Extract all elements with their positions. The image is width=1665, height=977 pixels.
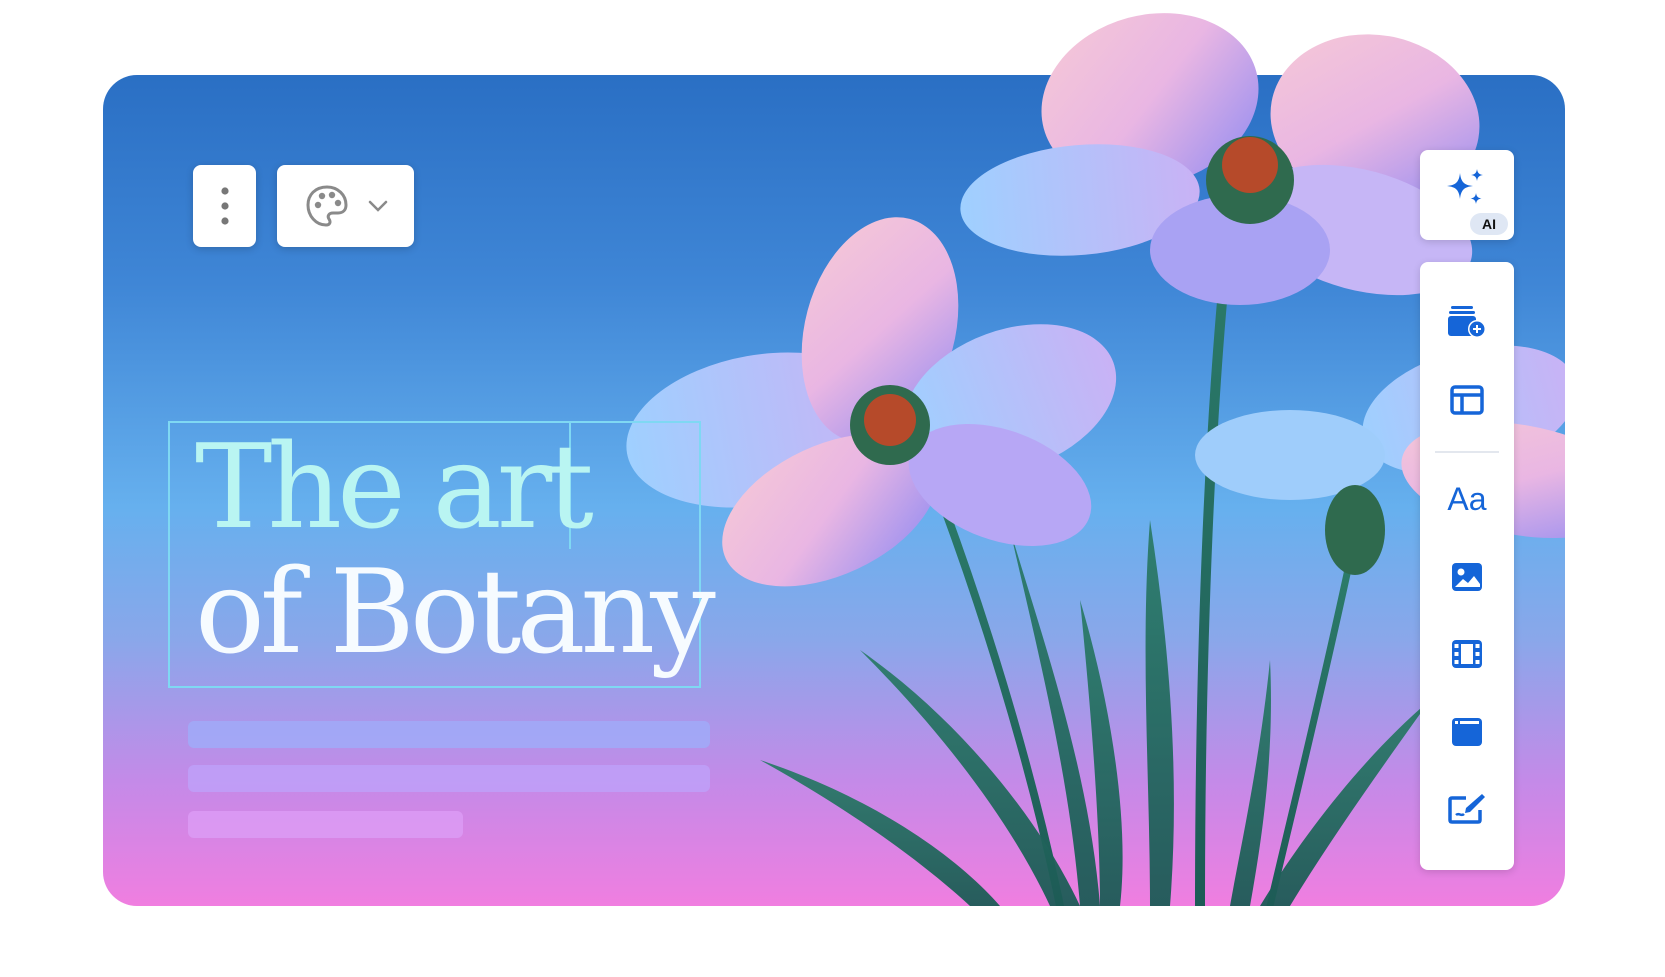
sparkles-icon	[1447, 169, 1483, 204]
edit-button[interactable]	[1437, 779, 1497, 839]
toolbar-divider	[1435, 451, 1499, 453]
more-vertical-icon	[220, 187, 229, 225]
placeholder-text-line[interactable]	[188, 765, 710, 792]
text-icon: Aa	[1447, 480, 1487, 517]
video-icon	[1452, 640, 1482, 668]
layout-button[interactable]	[1437, 370, 1497, 430]
chevron-down-icon	[368, 200, 387, 212]
image-button[interactable]	[1437, 547, 1497, 607]
text-button[interactable]: Aa	[1437, 469, 1497, 529]
theme-dropdown-button[interactable]	[277, 165, 414, 247]
layout-icon	[1450, 385, 1484, 415]
add-page-button[interactable]	[1437, 293, 1497, 353]
side-toolbar: Aa	[1420, 262, 1514, 870]
title-line2[interactable]: of Botany	[195, 555, 716, 671]
edit-icon	[1448, 794, 1485, 824]
add-page-icon	[1448, 306, 1486, 338]
image-icon	[1452, 563, 1482, 591]
embed-icon	[1452, 718, 1482, 746]
placeholder-text-line[interactable]	[188, 811, 463, 838]
palette-icon	[305, 185, 348, 227]
more-options-button[interactable]	[193, 165, 256, 247]
video-button[interactable]	[1437, 624, 1497, 684]
ai-assistant-button[interactable]: AI	[1420, 150, 1514, 240]
embed-button[interactable]	[1437, 702, 1497, 762]
placeholder-text-line[interactable]	[188, 721, 710, 748]
title-line1[interactable]: The art	[195, 430, 594, 546]
ai-badge: AI	[1470, 213, 1508, 235]
